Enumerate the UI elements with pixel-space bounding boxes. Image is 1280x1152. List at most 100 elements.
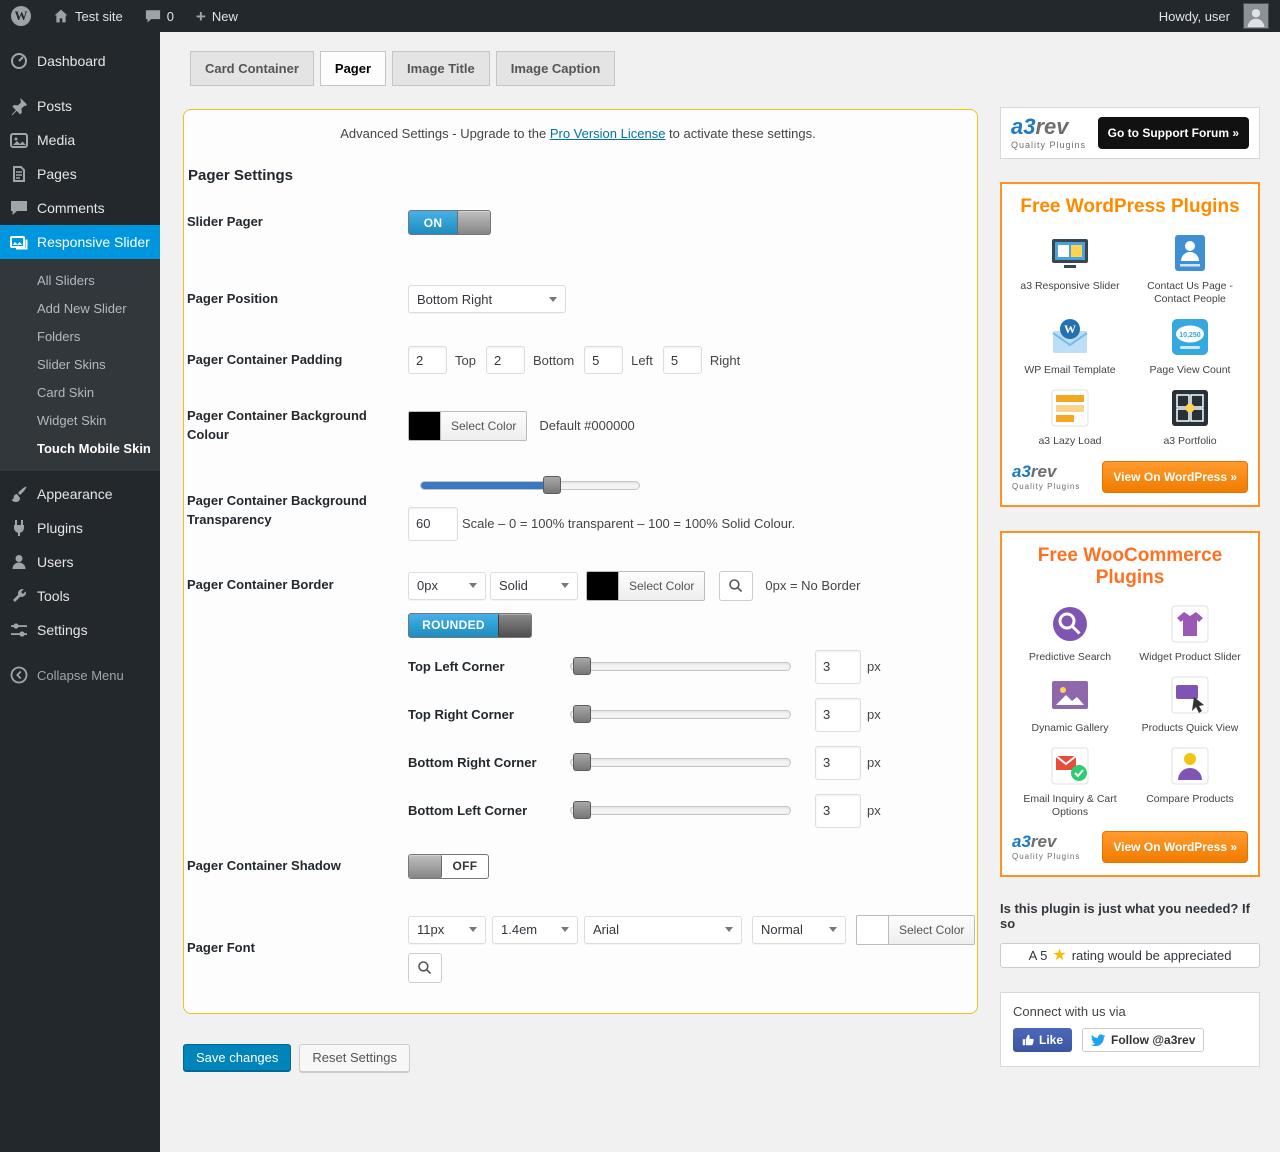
padding-top-input[interactable]: [408, 346, 447, 374]
pro-upgrade-notice: Advanced Settings - Upgrade to the Pro V…: [187, 126, 969, 141]
toggle-off-label: OFF: [442, 855, 488, 878]
sidebar-subitem-add-new-slider[interactable]: Add New Slider: [0, 294, 160, 322]
font-colour-picker: Select Color: [856, 915, 975, 945]
slider-handle[interactable]: [573, 801, 591, 819]
sidebar-item-dashboard[interactable]: Dashboard: [0, 44, 160, 78]
font-colour-swatch[interactable]: [856, 915, 888, 945]
slider-pager-toggle[interactable]: ON: [408, 210, 491, 235]
pager-position-select[interactable]: Bottom Right: [408, 285, 566, 313]
plugin-item-widget-product-slider[interactable]: Widget Product Slider: [1130, 602, 1250, 664]
padding-right-input[interactable]: [663, 346, 702, 374]
collapse-menu-button[interactable]: Collapse Menu: [0, 661, 160, 689]
plugin-item-predictive-search[interactable]: Predictive Search: [1010, 602, 1130, 664]
facebook-like-button[interactable]: Like: [1013, 1028, 1072, 1052]
toggle-knob[interactable]: [498, 614, 531, 637]
plugin-item-wp-email-template[interactable]: W WP Email Template: [1010, 315, 1130, 377]
tab-pager[interactable]: Pager: [320, 51, 386, 86]
support-forum-button[interactable]: Go to Support Forum »: [1098, 117, 1249, 149]
home-icon: [53, 8, 69, 24]
sidebar-subitem-slider-skins[interactable]: Slider Skins: [0, 350, 160, 378]
transparency-slider[interactable]: [420, 481, 640, 490]
sidebar-item-pages[interactable]: Pages: [0, 157, 160, 191]
plugin-item-compare-products[interactable]: Compare Products: [1130, 744, 1250, 819]
font-preview-button[interactable]: [408, 953, 442, 983]
transparency-slider-handle[interactable]: [543, 476, 561, 494]
plugin-item-dynamic-gallery[interactable]: Dynamic Gallery: [1010, 673, 1130, 735]
sidebar-subitem-touch-mobile-skin[interactable]: Touch Mobile Skin: [0, 434, 160, 462]
sidebar-subitem-widget-skin[interactable]: Widget Skin: [0, 406, 160, 434]
tab-image-caption[interactable]: Image Caption: [496, 51, 616, 86]
shadow-toggle[interactable]: OFF: [408, 854, 489, 879]
bg-colour-swatch[interactable]: [408, 411, 440, 441]
pro-version-license-link[interactable]: Pro Version License: [550, 126, 666, 141]
font-weight-select[interactable]: Normal: [752, 916, 846, 944]
border-width-select[interactable]: 0px: [408, 572, 486, 600]
font-size-select[interactable]: 11px: [408, 916, 486, 944]
sidebar: Dashboard Posts Media Pages Comments Res…: [0, 32, 160, 1152]
plugin-item-a3-portfolio[interactable]: a3 Portfolio: [1130, 386, 1250, 448]
admin-bar-comments[interactable]: 0: [134, 0, 185, 32]
view-on-wordpress-button[interactable]: View On WordPress »: [1102, 461, 1248, 493]
border-preview-button[interactable]: [719, 571, 753, 601]
plugin-label: a3 Responsive Slider: [1020, 280, 1119, 293]
border-colour-swatch[interactable]: [586, 571, 618, 601]
sidebar-subitem-card-skin[interactable]: Card Skin: [0, 378, 160, 406]
sidebar-item-users[interactable]: Users: [0, 545, 160, 579]
sidebar-item-comments[interactable]: Comments: [0, 191, 160, 225]
plugin-item-contact-us-page[interactable]: Contact Us Page - Contact People: [1130, 231, 1250, 306]
view-on-wordpress-button[interactable]: View On WordPress »: [1102, 831, 1248, 863]
rounded-toggle[interactable]: ROUNDED: [408, 613, 532, 638]
sidebar-item-media[interactable]: Media: [0, 123, 160, 157]
font-size-value: 11px: [417, 922, 444, 937]
sidebar-subitem-folders[interactable]: Folders: [0, 322, 160, 350]
transparency-input[interactable]: [408, 507, 458, 541]
padding-left-input[interactable]: [584, 346, 623, 374]
rating-link[interactable]: A 5 ★ rating would be appreciated: [1000, 943, 1260, 968]
tab-card-container[interactable]: Card Container: [190, 51, 314, 86]
sidebar-item-responsive-slider[interactable]: Responsive Slider: [0, 225, 160, 259]
slider-handle[interactable]: [573, 753, 591, 771]
bottom-right-corner-input[interactable]: [815, 746, 861, 780]
star-icon: ★: [1052, 948, 1066, 964]
twitter-follow-button[interactable]: Follow @a3rev: [1082, 1028, 1204, 1052]
sidebar-item-plugins[interactable]: Plugins: [0, 511, 160, 545]
sidebar-item-posts[interactable]: Posts: [0, 89, 160, 123]
line-height-select[interactable]: 1.4em: [492, 916, 578, 944]
admin-bar-new[interactable]: + New: [185, 0, 249, 32]
plugin-item-products-quick-view[interactable]: Products Quick View: [1130, 673, 1250, 735]
plugin-item-a3-lazy-load[interactable]: a3 Lazy Load: [1010, 386, 1130, 448]
woo-plugins-grid: Predictive Search Widget Product Slider …: [1010, 602, 1250, 829]
top-left-corner-input[interactable]: [815, 650, 861, 684]
bottom-left-corner-slider[interactable]: [570, 806, 791, 815]
slider-handle[interactable]: [573, 705, 591, 723]
toggle-knob[interactable]: [457, 211, 490, 234]
slider-handle[interactable]: [573, 657, 591, 675]
sidebar-item-appearance[interactable]: Appearance: [0, 477, 160, 511]
top-right-corner-slider[interactable]: [570, 710, 791, 719]
top-left-corner-slider[interactable]: [570, 662, 791, 671]
reset-settings-button[interactable]: Reset Settings: [299, 1044, 410, 1072]
plugin-item-email-inquiry[interactable]: Email Inquiry & Cart Options: [1010, 744, 1130, 819]
font-family-select[interactable]: Arial: [584, 916, 742, 944]
font-select-color-button[interactable]: Select Color: [888, 915, 975, 945]
sidebar-subitem-all-sliders[interactable]: All Sliders: [0, 266, 160, 294]
border-select-color-button[interactable]: Select Color: [618, 571, 705, 601]
sidebar-item-settings[interactable]: Settings: [0, 613, 160, 647]
site-name-link[interactable]: Test site: [42, 0, 134, 32]
tab-image-title[interactable]: Image Title: [392, 51, 490, 86]
top-right-corner-input[interactable]: [815, 698, 861, 732]
plugin-item-page-view-count[interactable]: 10,250 Page View Count: [1130, 315, 1250, 377]
bg-select-color-button[interactable]: Select Color: [440, 411, 527, 441]
font-family-value: Arial: [593, 922, 619, 937]
sidebar-item-tools[interactable]: Tools: [0, 579, 160, 613]
plugin-item-a3-responsive-slider[interactable]: a3 Responsive Slider: [1010, 231, 1130, 306]
toggle-knob[interactable]: [409, 855, 442, 878]
bottom-left-corner-input[interactable]: [815, 794, 861, 828]
save-changes-button[interactable]: Save changes: [183, 1044, 291, 1072]
border-style-select[interactable]: Solid: [490, 572, 578, 600]
padding-bottom-input[interactable]: [486, 346, 525, 374]
wordpress-logo-menu[interactable]: W: [0, 0, 42, 32]
howdy-account-menu[interactable]: Howdy, user: [1148, 0, 1280, 32]
bottom-right-corner-slider[interactable]: [570, 758, 791, 767]
connect-box: Connect with us via Like Follow @a3rev: [1000, 992, 1260, 1067]
